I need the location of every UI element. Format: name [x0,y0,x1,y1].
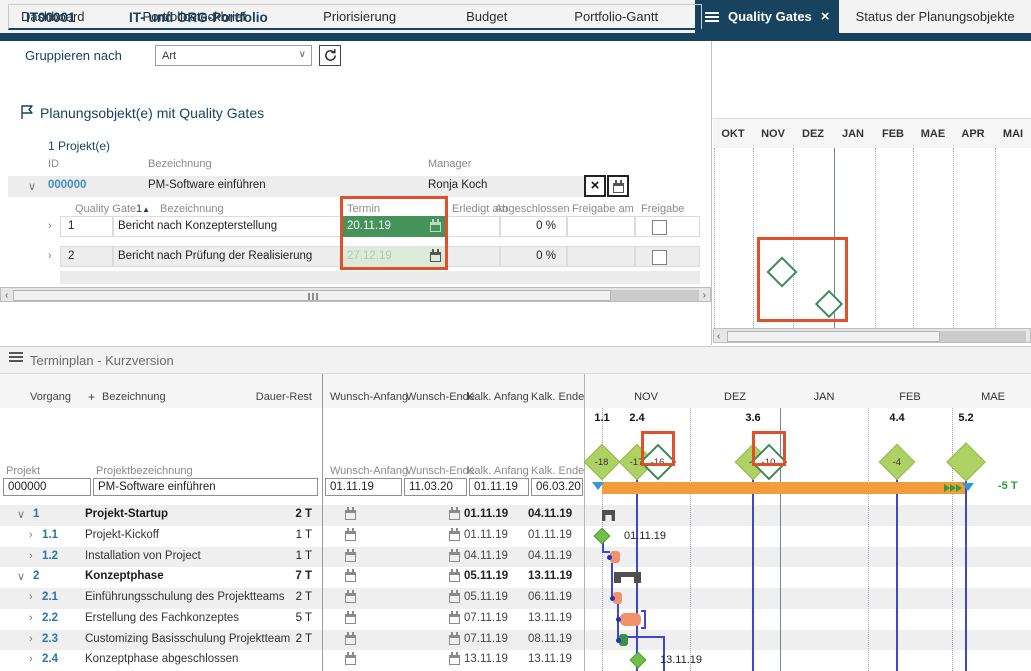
gate-name: Bericht nach Prüfung der Realisierung [118,250,312,262]
milestone-highlight-box [752,431,786,466]
milestone-diamond[interactable]: -4 [879,444,916,481]
milestone-stem [965,463,967,671]
scroll-left-icon[interactable]: ‹ [5,289,8,302]
gate-name: Bericht nach Konzepterstellung [118,220,277,232]
milestone-label: 3.6 [733,412,773,424]
close-icon[interactable]: × [821,9,830,24]
app-window: DashboardPortfoliosteckbriefPriorisierun… [0,0,1031,671]
scrollbar-grip [308,293,318,300]
gate-progress: 0 % [500,250,556,262]
scroll-right-icon[interactable]: › [703,289,706,302]
freigabe-checkbox[interactable] [652,250,667,265]
terminplan-panel: Vorgang + Bezeichnung Dauer-Rest Wunsch-… [0,374,1031,671]
mini-month-header: OKT NOV DEZ JAN FEB MAE APR MAI [713,118,1031,148]
month-label: JAN [835,128,871,140]
scrollbar-handle[interactable] [727,331,940,342]
milestone-2-4-date: 13.11.19 [660,654,702,666]
month-label: MAE [915,128,951,140]
milestone-stem [896,463,898,671]
task-bar-2-2[interactable] [620,613,641,626]
gate-number: 2 [68,250,74,262]
empty-strip [60,271,700,284]
gantt-area: 1.1-182.4-17-163.6-1-104.4-45.2 -5 T 01.… [0,374,1031,671]
project-delta-label: -5 T [998,480,1018,492]
quality-gates-panel: IT00001 IT- und ORG-Portfolio Gruppieren… [0,0,711,304]
milestone-layer: 1.1-182.4-17-163.6-1-104.4-45.2 [0,374,1031,671]
milestone-value: -18 [595,456,609,467]
milestone-label: 5.2 [946,412,986,424]
left-hscrollbar[interactable]: ‹ › [0,287,711,302]
milestone-diamond[interactable]: -18 [584,444,621,481]
month-label: OKT [715,128,751,140]
tab-label: Status der Planungsobjekte [856,0,1015,33]
scrollbar-track-rest[interactable] [611,290,699,301]
scroll-left-icon[interactable]: ‹ [717,330,720,343]
gate-cell [635,246,700,267]
milestone-label: 2.4 [617,412,657,424]
gate-number: 1 [68,220,74,232]
terminplan-titlebar: Terminplan - Kurzversion [0,346,1031,374]
month-label: APR [955,128,991,140]
gate-highlight-box [757,237,848,322]
project-start-marker [592,482,604,490]
tab-quality-gates[interactable]: Quality Gates × [695,0,839,33]
freigabe-checkbox[interactable] [652,220,667,235]
gate-cell [447,216,500,237]
project-end-marker [962,483,974,491]
milestone-label: 4.4 [877,412,917,424]
panel-divider[interactable] [711,41,712,345]
milestone-stem [636,463,638,671]
mini-gantt-panel: OKT NOV DEZ JAN FEB MAE APR MAI ‹ [713,41,1031,345]
month-label: FEB [875,128,911,140]
milestone-label: 1.1 [582,412,622,424]
terminplan-title: Terminplan - Kurzversion [30,353,174,368]
month-label: MAI [995,128,1031,140]
mini-chart [713,148,1031,328]
gate-cell [447,246,500,267]
expand-icon[interactable]: › [48,250,52,262]
tab-status-der-planungsobjekte[interactable]: Status der Planungsobjekte [839,0,1031,33]
milestone-1-1-date: 01.11.19 [624,530,666,542]
right-hscrollbar[interactable]: ‹ [713,328,1031,343]
gate-cell [567,216,635,237]
task-2-2-end-bracket [641,610,646,629]
tab-label: Quality Gates [728,0,812,33]
scrollbar-track-rest[interactable] [940,331,1026,342]
milestone-stem [752,463,754,671]
gate-progress: 0 % [500,220,556,232]
milestone-highlight-box [641,431,675,466]
month-label: DEZ [795,128,831,140]
milestone-diamond[interactable] [946,442,986,482]
expand-icon[interactable]: › [48,220,52,232]
gate-cell [567,246,635,267]
gate-cell [635,216,700,237]
month-label: NOV [755,128,791,140]
menu-icon[interactable] [9,352,23,354]
milestone-value: -4 [893,456,901,467]
termin-highlight-box [340,196,448,270]
scrollbar-handle[interactable] [13,290,611,301]
project-gantt-bar[interactable] [602,482,965,494]
